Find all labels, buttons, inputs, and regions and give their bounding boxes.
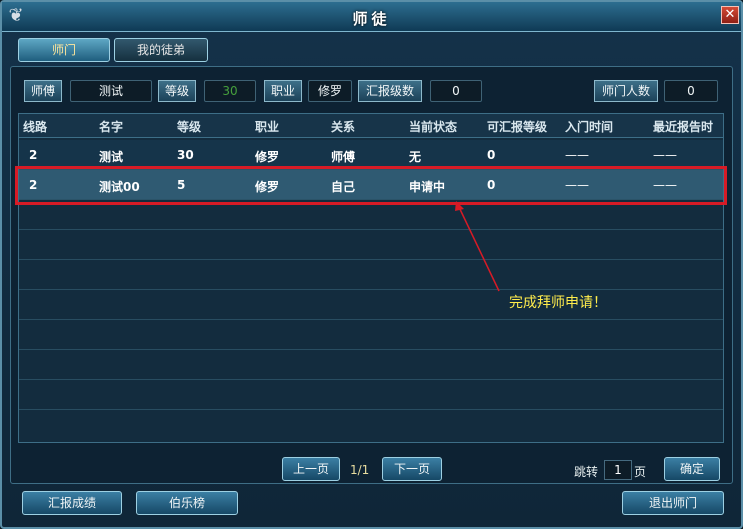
tab-master-sect[interactable]: 师门 <box>18 38 110 62</box>
cell-level: 30 <box>177 148 194 162</box>
cell-status: 无 <box>409 150 422 164</box>
members-value: 0 <box>664 80 718 102</box>
cell-join-time: —— <box>565 178 589 192</box>
report-level-value: 0 <box>430 80 482 102</box>
annotation-arrow-icon <box>455 201 500 292</box>
cell-name: 测试 <box>99 150 124 164</box>
prev-page-button[interactable]: 上一页 <box>282 457 340 481</box>
header-status: 当前状态 <box>409 120 458 134</box>
cell-join-time: —— <box>565 148 589 162</box>
members-table: 线路 名字 等级 职业 关系 当前状态 可汇报等级 入门时间 最近报告时 2 测… <box>18 113 724 443</box>
quit-sect-button[interactable]: 退出师门 <box>622 491 724 515</box>
cell-line: 2 <box>29 148 38 162</box>
header-join-time: 入门时间 <box>565 120 614 134</box>
table-row[interactable]: 2 测试00 5 修罗 自己 申请中 0 —— —— <box>19 170 723 200</box>
header-level: 等级 <box>177 120 202 134</box>
header-job: 职业 <box>255 120 280 134</box>
jump-label: 跳转 <box>574 465 599 479</box>
page-info: 1/1 <box>350 463 370 477</box>
empty-row <box>19 260 723 290</box>
header-name: 名字 <box>99 120 124 134</box>
empty-row <box>19 320 723 350</box>
close-button[interactable]: ✕ <box>721 6 739 24</box>
cell-relation: 师傅 <box>331 150 356 164</box>
empty-row <box>19 350 723 380</box>
job-label: 职业 <box>264 80 302 102</box>
annotation-text: 完成拜师申请！ <box>509 295 607 311</box>
header-last-report: 最近报告时 <box>653 120 714 134</box>
header-reportable-level: 可汇报等级 <box>487 120 548 134</box>
next-page-button[interactable]: 下一页 <box>382 457 442 481</box>
job-value: 修罗 <box>308 80 352 102</box>
info-bar: 师傅 测试 等级 30 职业 修罗 汇报级数 0 师门人数 0 <box>18 79 724 103</box>
empty-row <box>19 200 723 230</box>
title-bar: ❦ 师徒 ✕ <box>2 2 741 32</box>
cell-job: 修罗 <box>255 150 280 164</box>
master-label: 师傅 <box>24 80 62 102</box>
empty-row <box>19 290 723 320</box>
arrow-head <box>455 201 464 211</box>
report-level-label: 汇报级数 <box>358 80 422 102</box>
level-value: 30 <box>204 80 256 102</box>
cloud-ornament-icon: ❦ <box>8 5 24 26</box>
cell-reportable-level: 0 <box>487 148 496 162</box>
window-title: 师徒 <box>352 10 391 28</box>
cell-line: 2 <box>29 178 38 192</box>
empty-row <box>19 410 723 442</box>
report-results-button[interactable]: 汇报成绩 <box>22 491 122 515</box>
confirm-button[interactable]: 确定 <box>664 457 720 481</box>
cell-last-report: —— <box>653 148 677 162</box>
tab-my-apprentices[interactable]: 我的徒弟 <box>114 38 208 62</box>
level-label: 等级 <box>158 80 196 102</box>
header-relation: 关系 <box>331 120 356 134</box>
cell-job: 修罗 <box>255 180 280 194</box>
ranking-button[interactable]: 伯乐榜 <box>136 491 238 515</box>
table-header: 线路 名字 等级 职业 关系 当前状态 可汇报等级 入门时间 最近报告时 <box>19 114 723 138</box>
empty-row <box>19 380 723 410</box>
cell-last-report: —— <box>653 178 677 192</box>
cell-reportable-level: 0 <box>487 178 496 192</box>
members-label: 师门人数 <box>594 80 658 102</box>
page-suffix: 页 <box>634 465 647 479</box>
table-row[interactable]: 2 测试 30 修罗 师傅 无 0 —— —— <box>19 140 723 170</box>
header-line: 线路 <box>23 120 48 134</box>
cell-name: 测试00 <box>99 180 140 194</box>
master-value: 测试 <box>70 80 152 102</box>
empty-row <box>19 230 723 260</box>
arrow-line <box>457 204 500 292</box>
cell-status: 申请中 <box>409 180 446 194</box>
page-number-input[interactable]: 1 <box>604 460 632 480</box>
cell-relation: 自己 <box>331 180 356 194</box>
cell-level: 5 <box>177 178 186 192</box>
